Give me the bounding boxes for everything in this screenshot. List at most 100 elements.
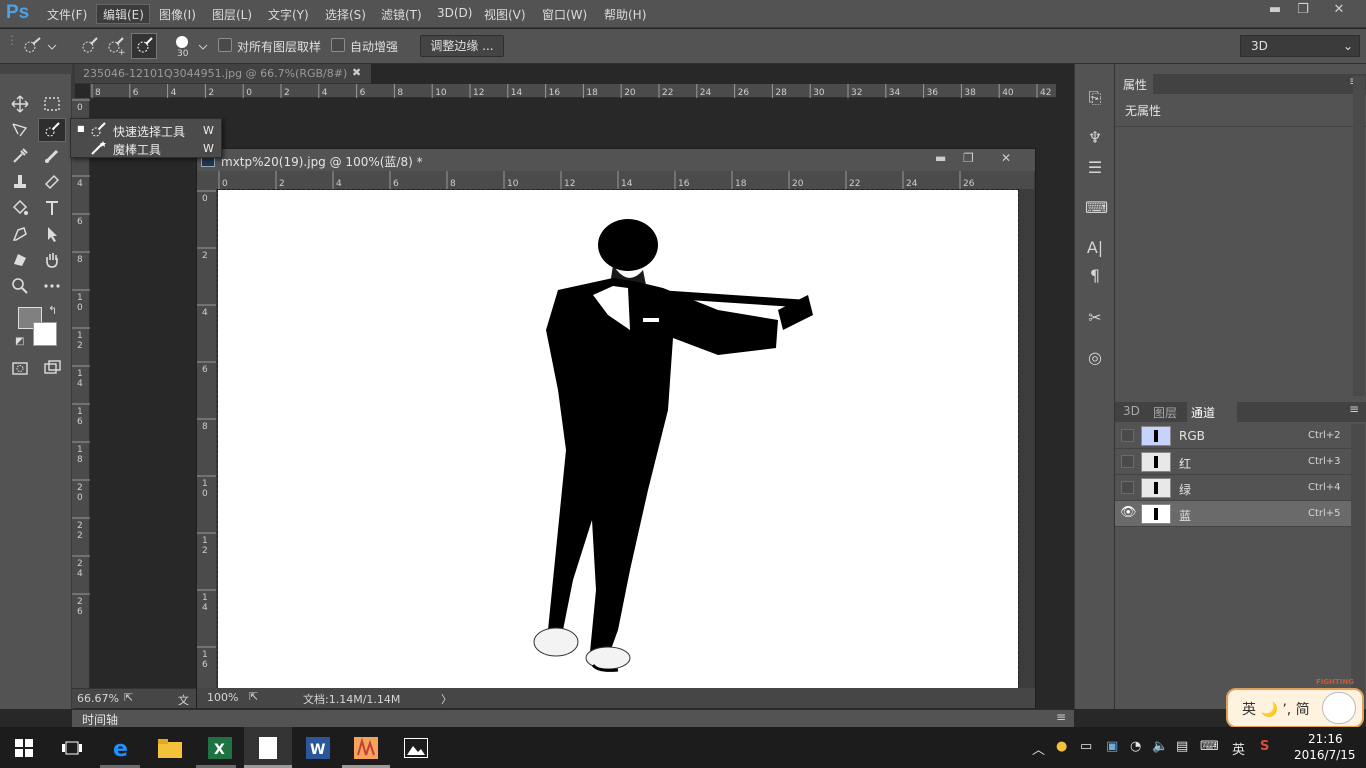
photoshop-taskbar-icon[interactable] bbox=[342, 727, 390, 768]
panel-menu-icon[interactable]: ≡ bbox=[1056, 710, 1066, 724]
close-button[interactable]: ✕ bbox=[1322, 0, 1356, 20]
flyout-item-quick-select[interactable]: 快速选择工具 W bbox=[89, 122, 219, 139]
menu-type[interactable]: 文字(Y) bbox=[268, 6, 309, 23]
tools-panel-icon[interactable]: ✂ bbox=[1085, 308, 1105, 328]
default-colors-icon[interactable]: ◩ bbox=[15, 336, 24, 347]
pen-tool-icon[interactable] bbox=[6, 222, 34, 246]
sample-all-layers-checkbox[interactable] bbox=[218, 38, 232, 52]
zoom-tool-icon[interactable] bbox=[6, 274, 34, 298]
background-color-swatch[interactable] bbox=[33, 322, 57, 346]
subtract-from-selection-icon[interactable] bbox=[131, 33, 157, 59]
menu-file[interactable]: 文件(F) bbox=[47, 6, 87, 23]
edge-browser-icon[interactable]: e bbox=[98, 727, 146, 768]
creative-cloud-icon[interactable]: ◎ bbox=[1085, 348, 1105, 368]
doc-minimize-icon[interactable]: ▬ bbox=[935, 151, 946, 165]
battery-icon[interactable]: ▭ bbox=[1080, 739, 1092, 754]
document-window-2-titlebar[interactable]: mxtp%20(19).jpg @ 100%(蓝/8) * ▬ ❐ ✕ bbox=[197, 149, 1035, 171]
swap-colors-icon[interactable]: ↰ bbox=[48, 304, 57, 317]
menu-image[interactable]: 图像(I) bbox=[159, 6, 196, 23]
menu-window[interactable]: 窗口(W) bbox=[542, 6, 587, 23]
menu-filter[interactable]: 滤镜(T) bbox=[381, 6, 422, 23]
word-icon[interactable]: W bbox=[294, 727, 342, 768]
menu-edit[interactable]: 编辑(E) bbox=[103, 6, 144, 23]
channel-row-green[interactable]: 绿 Ctrl+4 bbox=[1115, 475, 1351, 501]
doc-restore-icon[interactable]: ❐ bbox=[963, 151, 974, 165]
brush-tool-icon[interactable] bbox=[38, 144, 66, 168]
tray-expand-icon[interactable]: ︿ bbox=[1032, 739, 1045, 758]
file-explorer-icon[interactable] bbox=[146, 727, 194, 768]
language-indicator[interactable]: 英 bbox=[1232, 739, 1245, 758]
notepad-icon[interactable] bbox=[244, 727, 292, 768]
start-button[interactable] bbox=[0, 727, 48, 768]
refine-edge-button[interactable]: 调整边缘 ... bbox=[420, 35, 504, 57]
eraser-tool-icon[interactable] bbox=[38, 170, 66, 194]
task-view-icon[interactable] bbox=[48, 727, 96, 768]
export-icon[interactable]: ⇱ bbox=[249, 690, 258, 703]
clock-date[interactable]: 2016/7/15 bbox=[1294, 748, 1356, 762]
eye-icon[interactable]: 👁 bbox=[1120, 505, 1137, 520]
status-arrow-icon[interactable]: 〉 bbox=[441, 691, 452, 707]
document-tab-1[interactable]: 235046-12101Q3044951.jpg @ 66.7%(RGB/8#)… bbox=[75, 64, 371, 84]
keyboard-icon[interactable]: ⌨ bbox=[1200, 739, 1219, 754]
clone-source-icon[interactable]: ⌨ bbox=[1085, 198, 1108, 218]
custom-shape-tool-icon[interactable] bbox=[6, 248, 34, 272]
zoom-level-2[interactable]: 100% bbox=[207, 691, 238, 704]
new-selection-icon[interactable] bbox=[78, 35, 100, 57]
clone-stamp-tool-icon[interactable] bbox=[6, 170, 34, 194]
screen-mode-icon[interactable] bbox=[38, 356, 66, 380]
visibility-toggle[interactable] bbox=[1121, 455, 1134, 468]
menu-3d[interactable]: 3D(D) bbox=[437, 6, 472, 20]
volume-icon[interactable]: 🔈 bbox=[1152, 739, 1168, 754]
menu-help[interactable]: 帮助(H) bbox=[604, 6, 646, 23]
tab-layers[interactable]: 图层 bbox=[1153, 404, 1177, 421]
add-to-selection-icon[interactable]: + bbox=[104, 35, 126, 58]
lasso-tool-icon[interactable] bbox=[6, 118, 34, 142]
channel-row-blue[interactable]: 👁 蓝 Ctrl+5 bbox=[1115, 501, 1351, 527]
tab-channels[interactable]: 通道 bbox=[1187, 402, 1237, 422]
marquee-tool-icon[interactable] bbox=[38, 92, 66, 116]
hand-tool-icon[interactable] bbox=[38, 248, 66, 272]
tool-preset-picker[interactable] bbox=[18, 35, 58, 57]
channel-row-red[interactable]: 红 Ctrl+3 bbox=[1115, 449, 1351, 475]
move-tool-icon[interactable] bbox=[6, 92, 34, 116]
workspace-select[interactable]: 3D ⌄ bbox=[1240, 35, 1360, 57]
properties-scrollbar[interactable] bbox=[1353, 76, 1365, 396]
tab-3d[interactable]: 3D bbox=[1123, 404, 1140, 418]
eyedropper-tool-icon[interactable] bbox=[6, 144, 34, 168]
restore-button[interactable]: ❐ bbox=[1286, 0, 1320, 20]
export-icon[interactable]: ⇱ bbox=[124, 691, 133, 704]
image-canvas[interactable] bbox=[217, 189, 1019, 689]
paint-bucket-tool-icon[interactable] bbox=[6, 196, 34, 220]
channels-scrollbar[interactable] bbox=[1351, 424, 1365, 704]
character-panel-icon[interactable]: A| bbox=[1085, 238, 1105, 258]
close-icon[interactable]: ✖ bbox=[352, 66, 361, 79]
visibility-toggle[interactable] bbox=[1121, 481, 1134, 494]
menu-layer[interactable]: 图层(L) bbox=[212, 6, 252, 23]
auto-enhance-checkbox[interactable] bbox=[331, 38, 345, 52]
photos-icon[interactable] bbox=[392, 727, 440, 768]
channel-row-rgb[interactable]: RGB Ctrl+2 bbox=[1115, 423, 1351, 449]
sogou-ime-icon[interactable]: S bbox=[1260, 739, 1269, 754]
history-panel-icon[interactable]: ⎘ bbox=[1085, 88, 1105, 108]
wifi-icon[interactable]: ◔ bbox=[1130, 739, 1141, 754]
excel-icon[interactable]: X bbox=[196, 727, 244, 768]
menu-view[interactable]: 视图(V) bbox=[484, 6, 526, 23]
type-tool-icon[interactable] bbox=[38, 196, 66, 220]
quick-mask-icon[interactable] bbox=[6, 356, 34, 380]
zoom-level-1[interactable]: 66.67% bbox=[77, 692, 119, 705]
tray-app-icon[interactable]: ▣ bbox=[1106, 739, 1118, 754]
clock-time[interactable]: 21:16 bbox=[1308, 732, 1343, 746]
quick-selection-tool-icon[interactable] bbox=[38, 118, 66, 142]
paragraph-panel-icon[interactable]: ¶ bbox=[1085, 266, 1105, 286]
menu-select[interactable]: 选择(S) bbox=[325, 6, 366, 23]
ime-status-widget[interactable]: 英 🌙 ’, 简 FIGHTING bbox=[1226, 678, 1364, 728]
tray-app-icon[interactable]: ● bbox=[1056, 739, 1067, 754]
path-selection-tool-icon[interactable] bbox=[38, 222, 66, 246]
timeline-panel-tab[interactable]: 时间轴 ≡ bbox=[72, 709, 1074, 727]
flyout-item-magic-wand[interactable]: 魔棒工具 W bbox=[89, 140, 219, 157]
properties-tab[interactable]: 属性 bbox=[1115, 74, 1153, 94]
brush-presets-icon[interactable]: ♆ bbox=[1085, 128, 1105, 148]
more-tools-icon[interactable] bbox=[38, 274, 66, 298]
brush-size-picker[interactable]: 30 bbox=[170, 32, 210, 62]
visibility-toggle[interactable] bbox=[1121, 429, 1134, 442]
